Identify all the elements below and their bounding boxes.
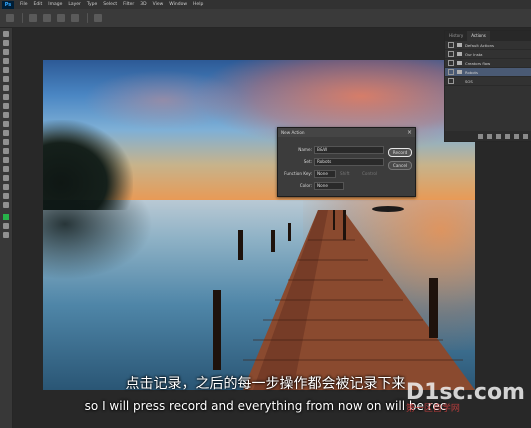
checkbox-icon[interactable] xyxy=(448,78,454,84)
menu-type[interactable]: Type xyxy=(87,0,97,9)
pen-tool-icon[interactable] xyxy=(3,157,9,163)
marquee-tool-icon[interactable] xyxy=(3,40,9,46)
menu-window[interactable]: Window xyxy=(169,0,187,9)
checkbox-icon[interactable] xyxy=(448,60,454,66)
screen-mode-icon[interactable] xyxy=(3,232,9,238)
folder-icon xyxy=(457,52,462,56)
action-row[interactable]: SOS xyxy=(445,77,531,86)
folder-icon xyxy=(457,70,462,74)
foreground-color-swatch[interactable] xyxy=(3,214,9,220)
menu-bar: Ps File Edit Image Layer Type Select Fil… xyxy=(0,0,531,9)
name-label: Name: xyxy=(298,147,312,152)
pier-illustration xyxy=(213,206,475,390)
action-set-row[interactable]: Creators flow xyxy=(445,59,531,68)
hand-tool-icon[interactable] xyxy=(3,193,9,199)
control-checkbox[interactable]: Control xyxy=(362,171,377,176)
menu-filter[interactable]: Filter xyxy=(123,0,134,9)
clone-stamp-tool-icon[interactable] xyxy=(3,103,9,109)
actions-panel: History Actions Default Actions Our Inst… xyxy=(444,30,531,142)
zoom-tool-icon[interactable] xyxy=(3,202,9,208)
action-set-row[interactable]: Default Actions xyxy=(445,41,531,50)
dialog-title: New Action xyxy=(278,128,415,137)
checkbox-icon[interactable] xyxy=(448,51,454,57)
new-action-dialog: New Action × Name: B&W Set: Robots Funct… xyxy=(277,127,416,197)
set-label: Set: xyxy=(303,159,312,164)
menu-select[interactable]: Select xyxy=(103,0,117,9)
tools-panel xyxy=(0,28,13,428)
feather-icon[interactable] xyxy=(94,14,102,22)
menu-layer[interactable]: Layer xyxy=(68,0,81,9)
color-select[interactable]: None xyxy=(314,182,344,190)
healing-tool-icon[interactable] xyxy=(3,85,9,91)
lasso-tool-icon[interactable] xyxy=(3,49,9,55)
subtract-selection-icon[interactable] xyxy=(57,14,65,22)
path-select-tool-icon[interactable] xyxy=(3,175,9,181)
action-set-row-selected[interactable]: Robots xyxy=(445,68,531,77)
tab-history[interactable]: History xyxy=(445,31,467,41)
stop-icon[interactable] xyxy=(478,133,483,139)
action-set-row[interactable]: Our Insta xyxy=(445,50,531,59)
color-label: Color: xyxy=(299,183,312,188)
eyedropper-tool-icon[interactable] xyxy=(3,76,9,82)
actions-footer xyxy=(445,131,531,141)
shift-checkbox[interactable]: Shift xyxy=(340,171,350,176)
quick-select-tool-icon[interactable] xyxy=(3,58,9,64)
trash-icon[interactable] xyxy=(523,133,528,139)
shape-tool-icon[interactable] xyxy=(3,184,9,190)
record-button[interactable]: Record xyxy=(388,148,412,157)
history-brush-tool-icon[interactable] xyxy=(3,112,9,118)
new-set-icon[interactable] xyxy=(505,133,510,139)
name-field[interactable]: B&W xyxy=(314,146,384,154)
quick-mask-icon[interactable] xyxy=(3,223,9,229)
eraser-tool-icon[interactable] xyxy=(3,121,9,127)
watermark: D1sc.com 第一区自学网 xyxy=(406,380,525,414)
crop-tool-icon[interactable] xyxy=(3,67,9,73)
menu-image[interactable]: Image xyxy=(48,0,62,9)
menu-3d[interactable]: 3D xyxy=(140,0,146,9)
menu-view[interactable]: View xyxy=(153,0,164,9)
folder-icon xyxy=(457,61,462,65)
tab-actions[interactable]: Actions xyxy=(467,31,490,41)
brush-tool-icon[interactable] xyxy=(3,94,9,100)
menu-edit[interactable]: Edit xyxy=(34,0,43,9)
divider xyxy=(22,13,23,23)
type-tool-icon[interactable] xyxy=(3,166,9,172)
intersect-selection-icon[interactable] xyxy=(71,14,79,22)
document-image[interactable] xyxy=(43,60,475,390)
dodge-tool-icon[interactable] xyxy=(3,148,9,154)
photoshop-logo-icon: Ps xyxy=(2,0,14,9)
checkbox-icon[interactable] xyxy=(448,69,454,75)
record-icon[interactable] xyxy=(487,133,492,139)
function-key-label: Function Key: xyxy=(284,171,312,176)
set-select[interactable]: Robots xyxy=(314,158,384,166)
close-icon[interactable]: × xyxy=(407,128,412,137)
add-selection-icon[interactable] xyxy=(43,14,51,22)
folder-icon xyxy=(457,43,462,47)
checkbox-icon[interactable] xyxy=(448,42,454,48)
function-key-select[interactable]: None xyxy=(314,170,336,178)
play-icon[interactable] xyxy=(496,133,501,139)
blur-tool-icon[interactable] xyxy=(3,139,9,145)
tool-preset-icon[interactable] xyxy=(6,14,14,22)
new-selection-icon[interactable] xyxy=(29,14,37,22)
options-bar xyxy=(0,9,531,28)
menu-file[interactable]: File xyxy=(20,0,28,9)
move-tool-icon[interactable] xyxy=(3,31,9,37)
divider xyxy=(87,13,88,23)
menu-help[interactable]: Help xyxy=(193,0,203,9)
cancel-button[interactable]: Cancel xyxy=(388,161,412,170)
gradient-tool-icon[interactable] xyxy=(3,130,9,136)
new-action-icon[interactable] xyxy=(514,133,519,139)
